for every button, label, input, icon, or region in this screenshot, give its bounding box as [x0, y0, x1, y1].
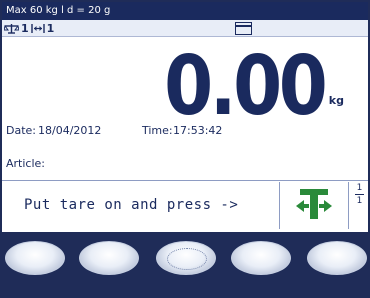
weight-display: 0.00 — [163, 39, 328, 134]
balance-icon — [4, 23, 19, 34]
weight-unit: kg — [328, 94, 344, 107]
range-number: 1 — [46, 22, 55, 35]
page-indicator: 1 1 — [352, 182, 367, 229]
scale-number: 1 — [21, 22, 29, 35]
terminal-frame: Max 60 kg l d = 20 g 1 1 0.00 kg Date: 1… — [0, 0, 370, 298]
status-row: 1 1 — [2, 20, 368, 37]
capacity-header: Max 60 kg l d = 20 g — [2, 2, 368, 20]
range-arrows-icon — [30, 23, 45, 34]
tare-softkey[interactable] — [279, 182, 349, 229]
tare-icon — [294, 186, 334, 226]
softkey-2[interactable] — [79, 241, 139, 275]
article-label: Article: — [6, 157, 45, 170]
window-icon — [235, 22, 252, 35]
softkey-row — [0, 232, 370, 298]
softkey-5[interactable] — [307, 241, 367, 275]
date-label: Date: — [6, 124, 36, 137]
time-value: 17:53:42 — [173, 124, 223, 137]
softkey-4[interactable] — [231, 241, 291, 275]
page-total: 1 — [356, 196, 363, 206]
date-value: 18/04/2012 — [38, 124, 102, 137]
softkey-1[interactable] — [5, 241, 65, 275]
time-label: Time: — [142, 124, 173, 137]
softkey-3[interactable] — [156, 241, 216, 275]
prompt-text: Put tare on and press -> — [24, 197, 239, 213]
prompt-bar: Put tare on and press -> 1 1 — [2, 180, 368, 230]
scale-status: 1 1 — [4, 21, 54, 36]
page-current: 1 — [356, 183, 363, 193]
display-screen: 1 1 0.00 kg Date: 18/04/2012 Time: 17:53… — [2, 20, 368, 232]
